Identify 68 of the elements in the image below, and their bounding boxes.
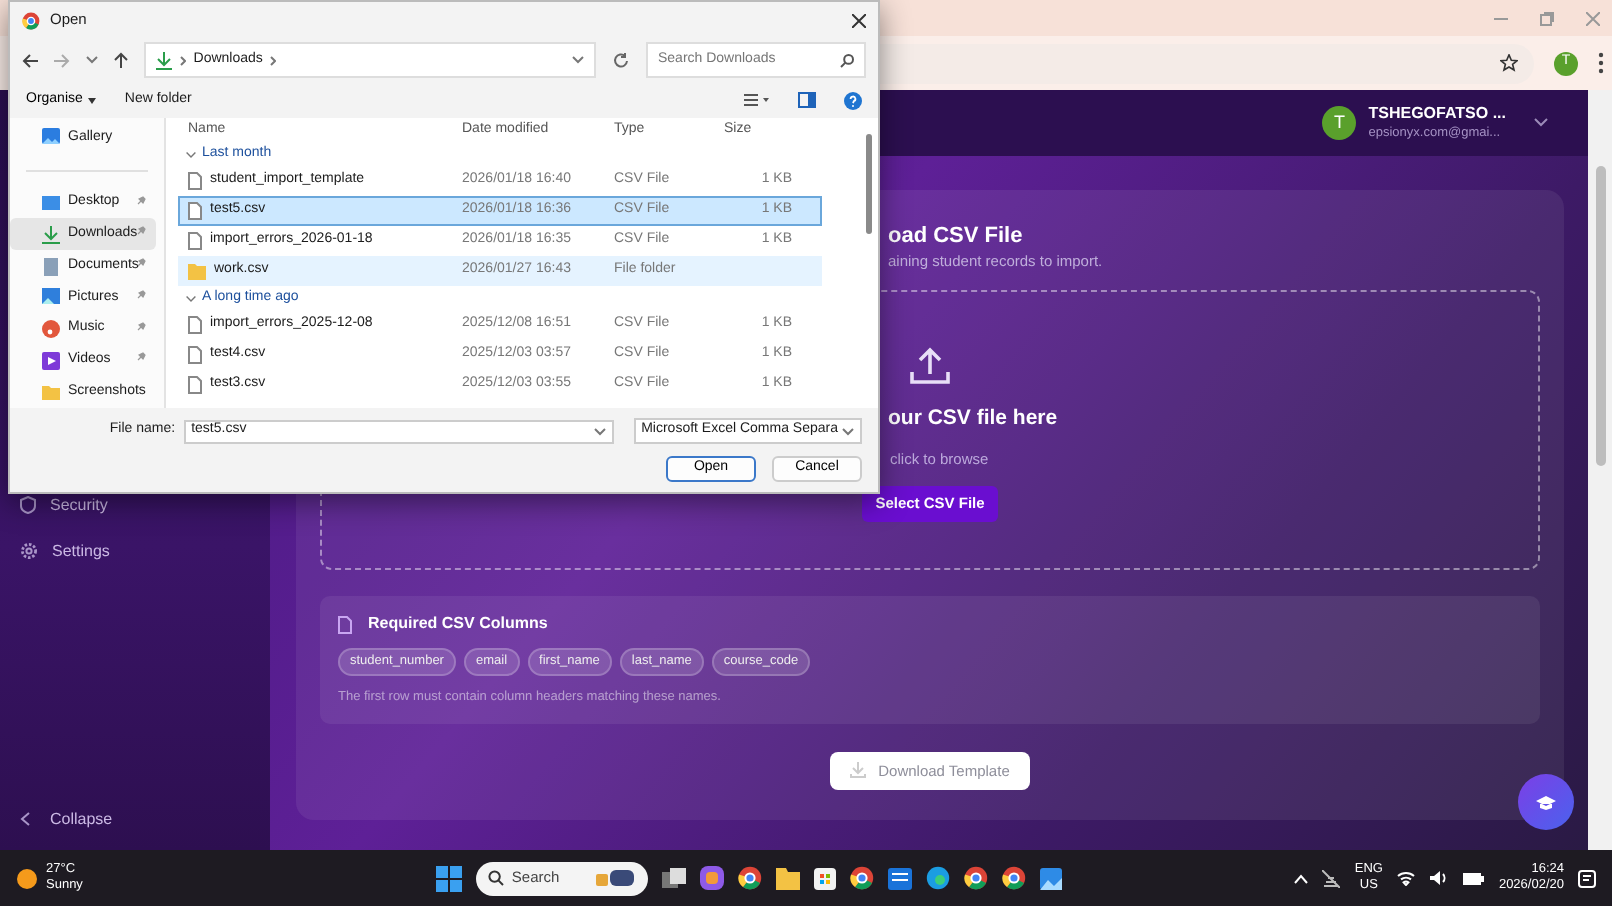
chevron-down-icon[interactable] — [572, 56, 585, 64]
caret-icon — [88, 97, 97, 103]
notification-icon[interactable] — [1578, 869, 1596, 887]
photos-icon[interactable] — [1039, 867, 1062, 889]
document-icon — [338, 615, 352, 634]
user-name: TSHEGOFATSO ... — [1368, 103, 1506, 124]
start-icon[interactable] — [435, 865, 462, 891]
chevron-down-icon — [186, 151, 196, 157]
folder-icon[interactable] — [775, 867, 800, 889]
folder-icon — [188, 263, 206, 279]
edge-icon[interactable] — [925, 866, 950, 890]
browser-icon[interactable] — [963, 866, 988, 890]
chevron-down-icon[interactable] — [1534, 118, 1548, 128]
battery-icon[interactable] — [1462, 871, 1485, 885]
view-options-icon[interactable] — [744, 94, 770, 106]
video-icon — [42, 351, 60, 370]
help-icon[interactable] — [844, 91, 862, 109]
search-icon — [487, 870, 504, 886]
chevron-up-icon[interactable] — [1294, 873, 1309, 883]
browser-icon — [22, 11, 40, 29]
star-icon[interactable] — [1500, 54, 1518, 72]
browser-icon[interactable] — [849, 866, 874, 890]
copilot-icon[interactable] — [699, 866, 724, 890]
chevron-down-icon — [842, 427, 854, 435]
panel-title: Required CSV Columns — [368, 612, 548, 637]
search-highlight-drawing — [591, 868, 636, 888]
download-icon — [155, 51, 172, 69]
scrollbar[interactable] — [1588, 90, 1612, 850]
menu-icon[interactable] — [1598, 52, 1604, 74]
breadcrumb-separator-icon — [179, 55, 186, 65]
chevron-down-icon[interactable] — [593, 427, 606, 435]
back-arrow-icon[interactable] — [22, 53, 38, 67]
search-icon — [839, 53, 854, 67]
settings-icon — [20, 542, 38, 560]
browser-icon[interactable] — [1001, 866, 1026, 890]
task-view-icon[interactable] — [661, 868, 686, 888]
chevron-down-icon[interactable] — [85, 56, 98, 64]
breadcrumb-separator-icon[interactable] — [270, 55, 277, 65]
folder-icon — [42, 383, 60, 402]
picture-icon — [42, 288, 60, 307]
sun-icon — [16, 867, 38, 889]
preview-pane-icon[interactable] — [798, 92, 816, 108]
browser-icon[interactable] — [737, 866, 762, 890]
close-icon[interactable] — [852, 13, 866, 27]
sidebar-item[interactable]: Settings — [20, 528, 270, 574]
mail-icon[interactable] — [887, 867, 912, 889]
document-icon — [42, 257, 60, 276]
up-arrow-icon[interactable] — [113, 52, 128, 68]
desktop-icon — [42, 194, 60, 213]
store-icon[interactable] — [813, 867, 836, 889]
drop-title: our CSV file here — [888, 404, 1058, 435]
chevron-down-icon — [186, 295, 196, 301]
download-icon — [42, 225, 60, 244]
card-title: oad CSV File — [888, 222, 1023, 250]
collapse-button[interactable]: Collapse — [20, 796, 270, 842]
wifi-icon[interactable] — [1396, 870, 1417, 886]
volume-icon[interactable] — [1430, 870, 1449, 886]
user-avatar: T — [1322, 106, 1357, 140]
music-icon — [42, 320, 60, 339]
refresh-icon[interactable] — [612, 51, 630, 69]
download-icon — [850, 762, 867, 779]
gallery-icon — [42, 128, 60, 147]
upload-icon — [908, 346, 952, 387]
shield-icon — [20, 496, 36, 514]
sidebar-item[interactable]: Security — [20, 482, 270, 528]
chevron-left-icon — [20, 812, 30, 826]
network-off-icon[interactable] — [1322, 869, 1341, 887]
graduation-cap-icon — [1536, 795, 1556, 809]
